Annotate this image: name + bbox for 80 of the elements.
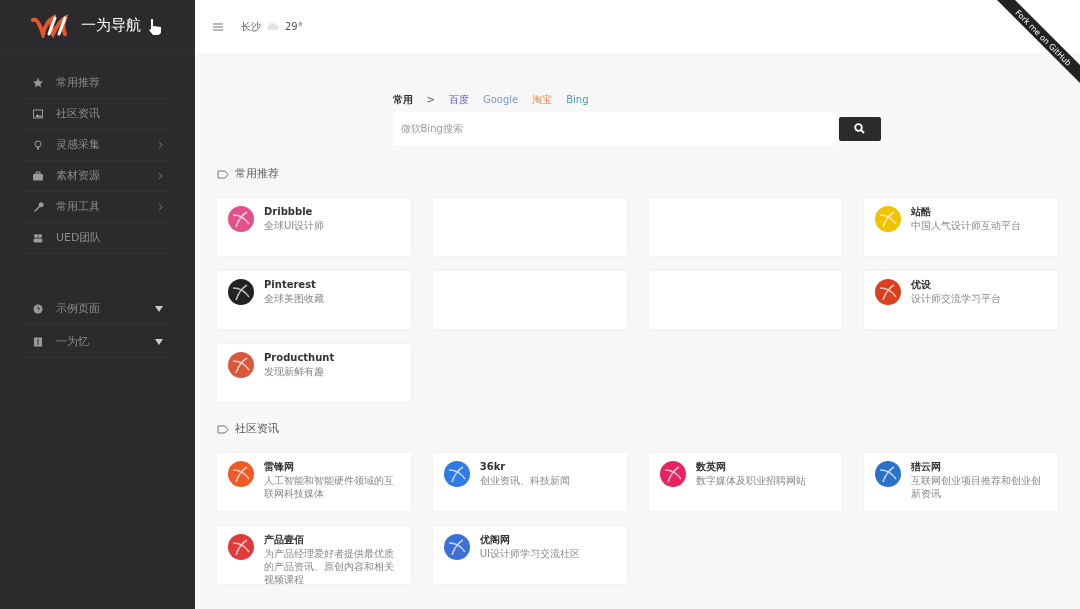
site-name: 数英网 bbox=[695, 460, 727, 474]
logo-text: 一为导航 bbox=[80, 15, 141, 37]
site-description: 为产品经理爱好者提供最优质的产品资讯、原创内容和相关视频课程 bbox=[264, 547, 395, 586]
site-card[interactable]: 猎云网 互联网创业项目推荐和创业创新资讯 bbox=[864, 453, 1058, 511]
menu-icon[interactable] bbox=[213, 22, 223, 31]
site-card[interactable]: 优设 设计师交流学习平台 bbox=[864, 271, 1058, 329]
site-logo-icon bbox=[658, 460, 687, 488]
site-description: 互联网创业项目推荐和创业创新资讯 bbox=[911, 474, 1043, 500]
search-icon bbox=[854, 123, 865, 134]
site-name: 产品壹佰 bbox=[264, 533, 305, 547]
chevron-icon bbox=[158, 172, 163, 180]
sidebar-item[interactable]: UED团队 bbox=[24, 223, 171, 254]
site-description: 全球美图收藏 bbox=[264, 292, 324, 305]
site-description: 人工智能和智能硬件领域的互联网科技媒体 bbox=[264, 474, 395, 500]
site-card[interactable]: 数英网 数字媒体及职业招聘网站 bbox=[648, 453, 843, 511]
site-name: 站酷 bbox=[911, 205, 933, 219]
sidebar-item[interactable]: 常用工具 bbox=[24, 192, 171, 223]
clock-icon bbox=[32, 303, 44, 315]
site-logo-icon bbox=[227, 351, 255, 379]
site-card[interactable]: Producthunt 发现新鲜有趣 bbox=[217, 344, 411, 402]
chevron-icon bbox=[158, 203, 163, 211]
sidebar-item[interactable]: 示例页面 bbox=[24, 294, 171, 325]
site-name: Pinterest bbox=[264, 278, 317, 292]
site-name: 36kr bbox=[479, 460, 507, 474]
site-card[interactable]: 产品壹佰 为产品经理爱好者提供最优质的产品资讯、原创内容和相关视频课程 bbox=[217, 526, 411, 584]
site-card[interactable]: Pinterest 全球美图收藏 bbox=[217, 271, 411, 329]
weather-city: 长沙 bbox=[241, 20, 261, 34]
site-description: UI设计师学习交流社区 bbox=[479, 547, 581, 560]
site-logo-icon bbox=[442, 533, 471, 561]
image-icon bbox=[32, 108, 44, 120]
site-description: 设计师交流学习平台 bbox=[911, 292, 1002, 305]
sidebar-item[interactable]: 一为忆 bbox=[24, 327, 171, 358]
site-logo-icon bbox=[874, 278, 903, 306]
case-icon bbox=[32, 170, 44, 182]
site-card[interactable]: 雷锋网 人工智能和智能硬件领域的互联网科技媒体 bbox=[217, 453, 411, 511]
weather-temperature: 29° bbox=[285, 20, 303, 34]
users-icon bbox=[32, 232, 44, 244]
search-group-label: 常用 bbox=[392, 92, 413, 107]
separator-text: > bbox=[426, 92, 435, 107]
star-icon bbox=[32, 77, 44, 89]
section-title: 常用推荐 bbox=[235, 166, 279, 182]
site-name: 猎云网 bbox=[911, 460, 943, 474]
sidebar-item[interactable]: 社区资讯 bbox=[24, 99, 171, 130]
sidebar-item[interactable]: 常用推荐 bbox=[24, 68, 171, 99]
search-engine-tab[interactable]: 百度 bbox=[448, 91, 469, 107]
site-description: 全球UI设计师 bbox=[264, 219, 325, 232]
site-logo-icon bbox=[227, 460, 255, 488]
site-name: Producthunt bbox=[264, 351, 335, 365]
site-description: 创业资讯、科技新闻 bbox=[479, 474, 570, 487]
cloud-icon bbox=[267, 23, 279, 30]
bulb-icon bbox=[32, 139, 44, 151]
section-title: 社区资讯 bbox=[235, 421, 279, 437]
site-card[interactable]: 优阁网 UI设计师学习交流社区 bbox=[432, 526, 627, 584]
site-name: Dribbble bbox=[264, 205, 314, 219]
site-description: 发现新鲜有趣 bbox=[264, 365, 325, 378]
chevron-icon bbox=[158, 141, 163, 149]
site-description: 中国人气设计师互动平台 bbox=[911, 219, 1022, 232]
site-card[interactable]: Dribbble 全球UI设计师 bbox=[217, 198, 411, 256]
wrench-icon bbox=[32, 201, 44, 213]
site-logo-icon bbox=[874, 460, 903, 488]
caret-icon bbox=[155, 306, 163, 312]
site-card[interactable]: 站酷 中国人气设计师互动平台 bbox=[864, 198, 1058, 256]
search-field[interactable]: 微软Bing搜索 bbox=[392, 112, 837, 145]
caret-icon bbox=[155, 339, 163, 345]
site-logo-icon bbox=[227, 205, 255, 233]
tag-icon bbox=[217, 169, 229, 179]
site-name: 优阁网 bbox=[479, 533, 511, 547]
search-button[interactable] bbox=[838, 116, 881, 141]
site-name: 雷锋网 bbox=[264, 460, 295, 474]
site-logo-icon bbox=[227, 278, 255, 306]
site-card[interactable]: 36kr 创业资讯、科技新闻 bbox=[432, 453, 627, 511]
site-logo-icon bbox=[227, 533, 255, 561]
tag-icon bbox=[217, 424, 229, 434]
site-description: 数字媒体及职业招聘网站 bbox=[695, 474, 806, 487]
site-name: 优设 bbox=[911, 278, 933, 292]
book-icon bbox=[32, 336, 44, 348]
site-logo-icon bbox=[874, 205, 903, 233]
site-logo-icon bbox=[442, 460, 471, 488]
sidebar-item[interactable]: 素材资源 bbox=[24, 161, 171, 192]
sidebar-item[interactable]: 灵感采集 bbox=[24, 130, 171, 161]
